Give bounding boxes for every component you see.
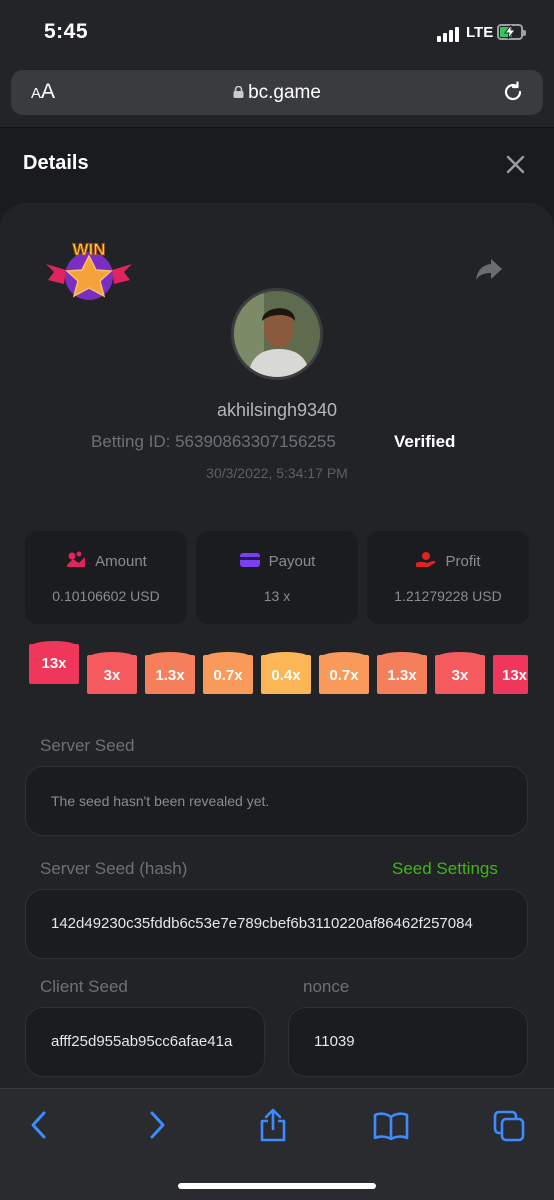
network-label: LTE (466, 24, 494, 41)
nonce-label: nonce (303, 977, 350, 996)
multiplier-slot: 0.7x (203, 652, 253, 694)
multiplier-slot: 1.3x (145, 652, 195, 694)
client-seed-label: Client Seed (40, 977, 128, 996)
amount-value: 0.10106602 USD (52, 588, 160, 604)
address-bar[interactable]: AA bc.game (11, 70, 543, 115)
payout-value: 13 x (263, 588, 291, 604)
avatar (231, 288, 323, 380)
verified-status[interactable]: Verified (394, 432, 455, 452)
battery-icon (497, 24, 526, 40)
card-icon (239, 553, 260, 567)
payout-label: Payout (268, 553, 316, 570)
client-seed-value: afff25d955ab95cc6afae41a (51, 1033, 233, 1050)
page-title: Details (23, 152, 89, 174)
server-seed-value: The seed hasn't been revealed yet. (51, 793, 270, 809)
hand-coin-icon (416, 552, 436, 567)
lock-icon (233, 86, 244, 98)
multiplier-slot: 0.7x (319, 652, 369, 694)
reload-icon[interactable] (501, 80, 525, 104)
back-icon[interactable] (29, 1109, 49, 1141)
share-icon[interactable] (258, 1107, 288, 1143)
status-bar: 5:45 LTE (0, 0, 554, 62)
multiplier-slot: 0.4x (261, 652, 311, 694)
profit-value: 1.21279228 USD (394, 588, 502, 604)
multiplier-slot: 1.3x (377, 652, 427, 694)
betting-id: Betting ID: 56390863307156255 (91, 432, 336, 451)
signal-icon (437, 26, 461, 42)
tabs-icon[interactable] (492, 1109, 526, 1143)
bet-timestamp: 30/3/2022, 5:34:17 PM (206, 465, 348, 481)
seed-settings-link[interactable]: Seed Settings (392, 859, 498, 879)
profit-stat: Profit 1.21279228 USD (367, 531, 529, 624)
close-icon[interactable] (506, 155, 525, 174)
multiplier-slot-hit: 13x (29, 641, 79, 684)
nonce-value: 11039 (314, 1033, 355, 1050)
server-seed-hash-value: 142d49230c35fddb6c53e7e789cbef6b3110220a… (51, 915, 473, 932)
client-seed-field[interactable]: afff25d955ab95cc6afae41a (25, 1007, 265, 1077)
url-text[interactable]: bc.game (11, 82, 543, 104)
server-seed-hash-field[interactable]: 142d49230c35fddb6c53e7e789cbef6b3110220a… (25, 889, 528, 959)
browser-address-area: AA bc.game (0, 62, 554, 128)
forward-icon[interactable] (147, 1109, 167, 1141)
server-seed-hash-label: Server Seed (hash) (40, 859, 188, 878)
multiplier-slot: 13x (493, 655, 528, 694)
share-arrow-icon[interactable] (475, 257, 503, 281)
payout-stat: Payout 13 x (196, 531, 358, 624)
home-indicator (178, 1183, 376, 1189)
amount-stat: Amount 0.10106602 USD (25, 531, 187, 624)
coins-icon (67, 551, 86, 567)
status-time: 5:45 (44, 20, 89, 43)
amount-label: Amount (95, 553, 147, 570)
server-seed-field: The seed hasn't been revealed yet. (25, 766, 528, 836)
username: akhilsingh9340 (216, 400, 338, 420)
win-badge-icon: WIN (46, 240, 132, 300)
server-seed-label: Server Seed (40, 736, 135, 755)
bookmarks-icon[interactable] (373, 1111, 409, 1141)
multiplier-slot: 3x (87, 652, 137, 694)
profit-label: Profit (445, 553, 481, 570)
multiplier-slot: 3x (435, 652, 485, 694)
nonce-field[interactable]: 11039 (288, 1007, 528, 1077)
svg-text:WIN: WIN (72, 240, 105, 259)
